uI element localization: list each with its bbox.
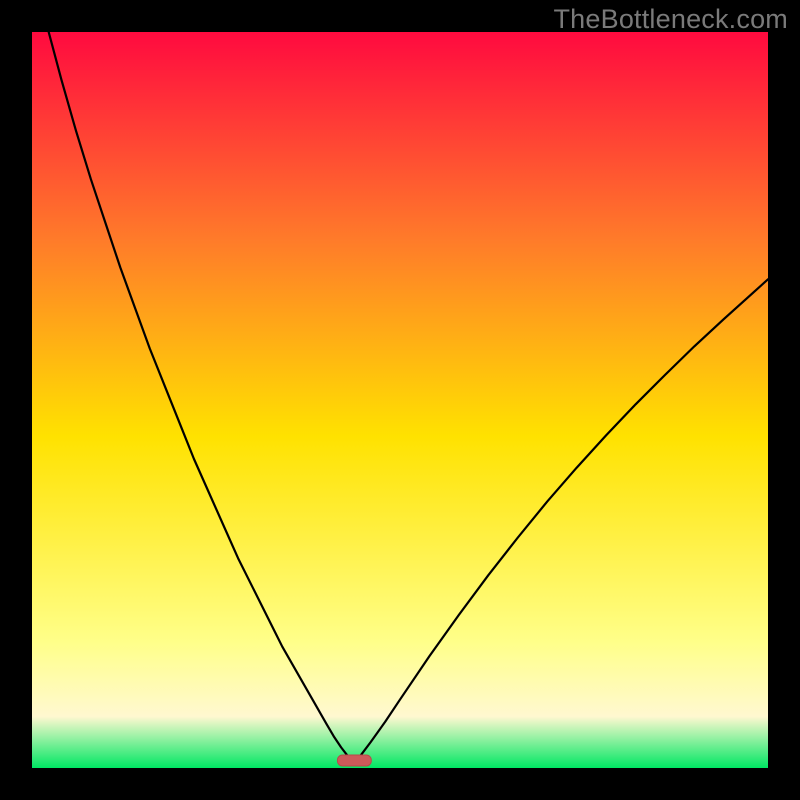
optimum-marker [337,755,371,766]
gradient-background [32,32,768,768]
plot-area [32,32,768,768]
outer-frame: TheBottleneck.com [0,0,800,800]
watermark-text: TheBottleneck.com [553,4,788,35]
chart-svg [32,32,768,768]
